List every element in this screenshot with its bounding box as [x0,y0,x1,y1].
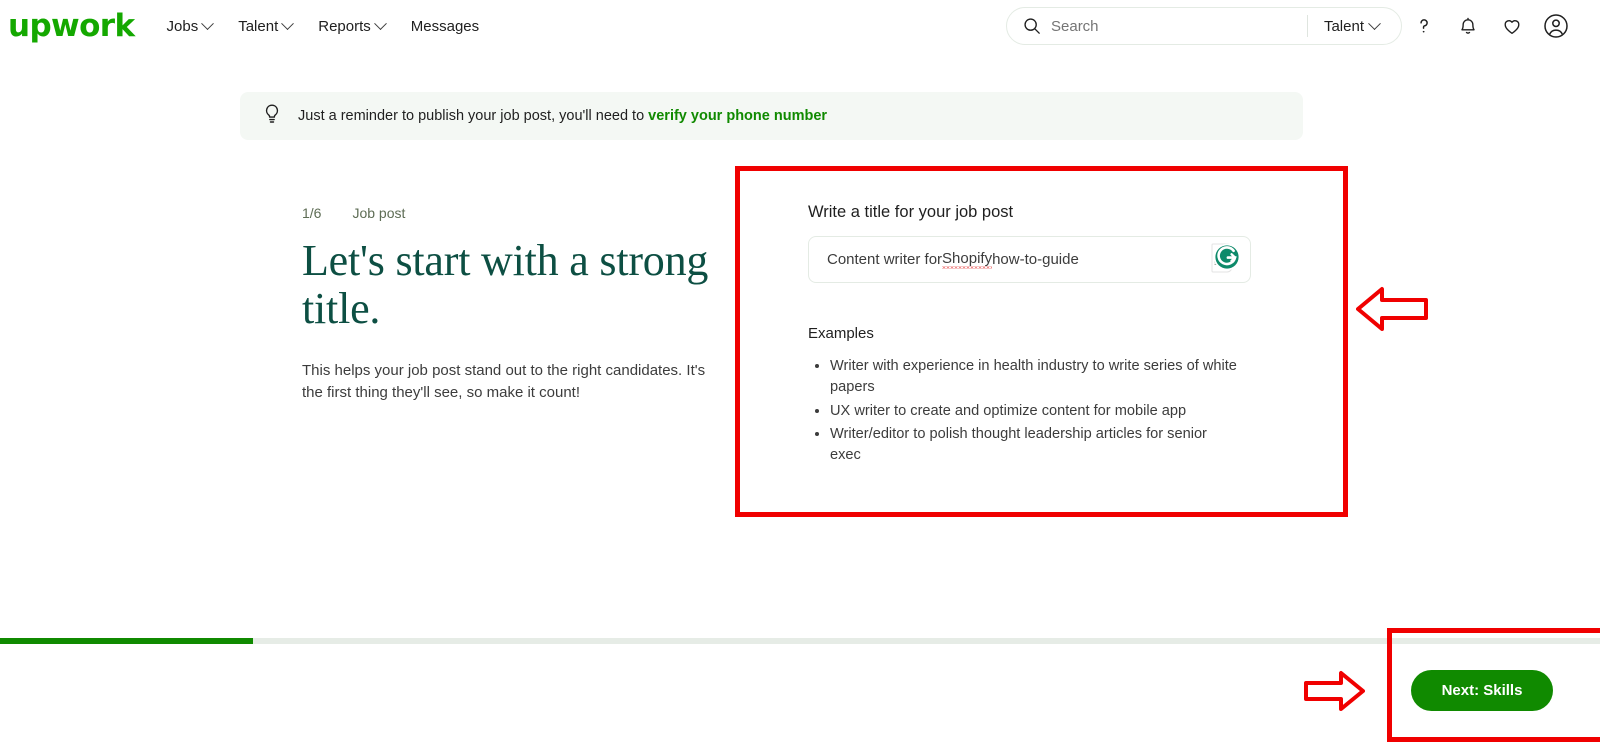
search-input[interactable] [1051,17,1303,35]
job-title-input[interactable] [808,236,1251,283]
top-navigation-bar: upwork Jobs Talent Reports Messages Sear… [0,0,1600,52]
grammarly-icon[interactable] [1204,238,1244,282]
chevron-down-icon [201,16,215,30]
search-divider [1306,15,1308,37]
nav-item-reports[interactable]: Reports [318,16,387,35]
page-description: This helps your job post stand out to th… [302,361,706,401]
search-scope-label: Talent [1323,17,1364,35]
header-actions: Talent [1006,0,1600,52]
nav-item-talent-label: Talent [238,17,279,35]
banner-message: Just a reminder to publish your job post… [298,108,827,124]
upwork-logo[interactable]: upwork [8,10,135,42]
list-item: Writer/editor to polish thought leadersh… [830,424,1238,467]
chevron-down-icon [1368,16,1381,30]
search-bar[interactable]: Talent [1006,7,1402,45]
lightbulb-icon [262,103,282,130]
nav-item-messages[interactable]: Messages [411,18,479,35]
progress-bar-track [0,638,1600,644]
nav-item-reports-label: Reports [318,17,371,35]
phone-verification-banner: Just a reminder to publish your job post… [240,92,1303,140]
step-counter: 1/6 [302,205,322,221]
chevron-down-icon [373,16,387,30]
page-title: Let's start with a strong title. [302,236,709,334]
help-icon[interactable] [1402,4,1446,48]
list-item: Writer with experience in health industr… [830,356,1238,399]
search-icon [1023,17,1041,35]
step-section-label: Job post [352,205,406,221]
search-scope-dropdown[interactable]: Talent [1310,16,1397,35]
notifications-icon[interactable] [1446,4,1490,48]
pointer-arrow-next-button [1303,670,1365,712]
banner-message-text: Just a reminder to publish your job post… [298,108,649,124]
job-post-intro: 1/6 Job post Let's start with a strong t… [302,205,722,403]
main-nav: Jobs Talent Reports Messages [166,16,479,35]
chevron-down-icon [281,16,295,30]
examples-list: Writer with experience in health industr… [808,356,1238,466]
nav-item-messages-label: Messages [410,17,480,35]
step-indicator: 1/6 Job post [302,205,722,221]
pointer-arrow-title-panel [1356,283,1428,335]
next-skills-button[interactable]: Next: Skills [1411,670,1553,711]
title-input-wrapper: Content writer for Shopify how-to-guide [808,236,1253,283]
title-field-label: Write a title for your job post [808,203,1014,221]
job-title-form: Write a title for your job post Content … [808,203,1253,468]
progress-bar-fill [0,638,253,644]
verify-phone-link[interactable]: verify your phone number [648,108,827,124]
examples-heading: Examples [808,325,874,342]
list-item: UX writer to create and optimize content… [830,401,1238,422]
saved-icon[interactable] [1490,4,1534,48]
nav-item-jobs-label: Jobs [166,17,199,35]
nav-item-jobs[interactable]: Jobs [166,16,215,35]
account-icon[interactable] [1534,4,1578,48]
page-root: upwork Jobs Talent Reports Messages Sear… [0,0,1600,742]
nav-item-talent[interactable]: Talent [238,16,295,35]
